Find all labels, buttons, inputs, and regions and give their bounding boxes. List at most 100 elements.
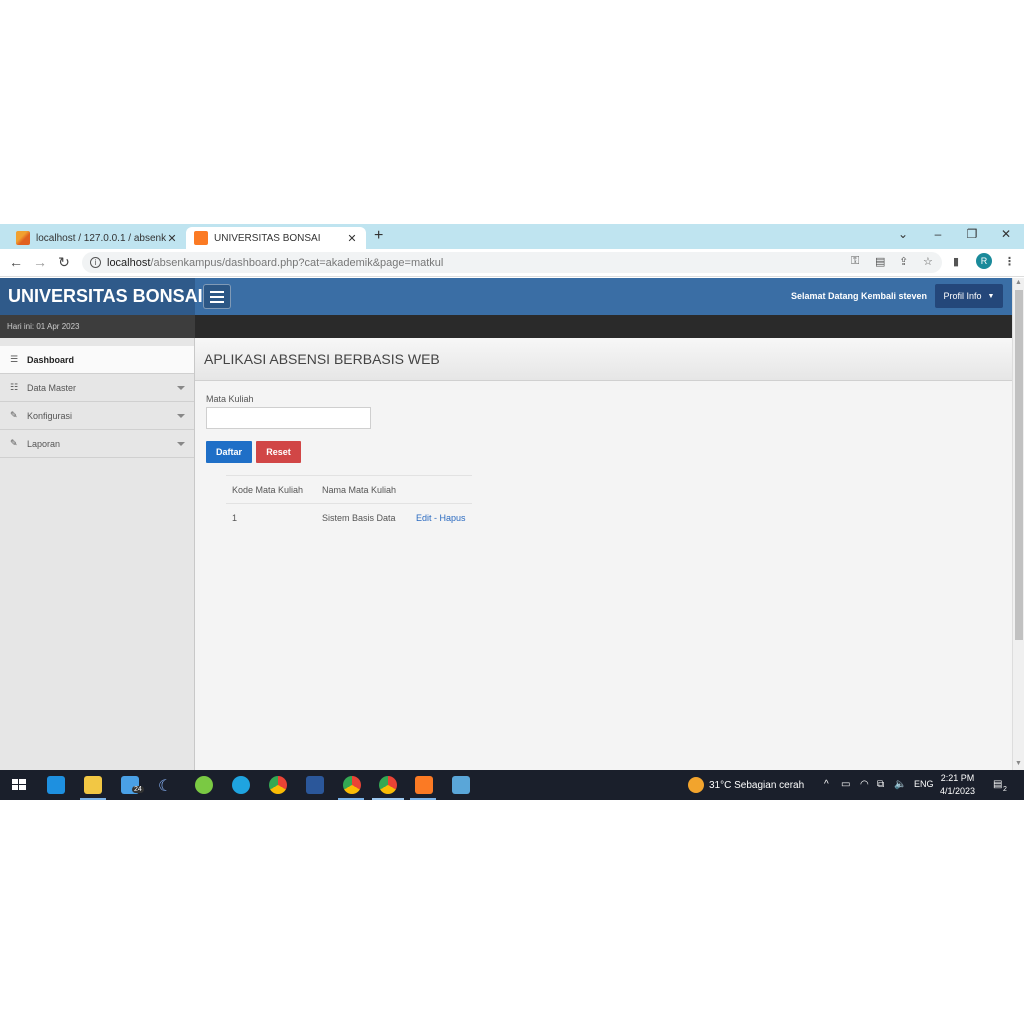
sidebar-toggle-button[interactable] bbox=[203, 284, 231, 309]
weather-widget[interactable]: 31°C Sebagian cerah bbox=[688, 777, 804, 793]
tab-universitas-bonsai[interactable]: UNIVERSITAS BONSAI ✕ bbox=[186, 227, 366, 249]
chevron-up-icon[interactable]: ^ bbox=[824, 779, 829, 790]
reload-icon[interactable]: ↻ bbox=[55, 254, 73, 271]
mata-kuliah-input[interactable] bbox=[206, 407, 371, 429]
scroll-down-icon[interactable]: ▼ bbox=[1015, 760, 1022, 767]
url-host: localhost bbox=[107, 256, 151, 269]
mata-kuliah-table: Kode Mata Kuliah Nama Mata Kuliah 1 Sist… bbox=[226, 475, 472, 532]
main-content: APLIKASI ABSENSI BERBASIS WEB Mata Kulia… bbox=[195, 338, 1012, 770]
profile-info-button[interactable]: Profil Info ▼ bbox=[935, 284, 1003, 308]
table-header-row: Kode Mata Kuliah Nama Mata Kuliah bbox=[226, 475, 472, 504]
sidebar: ☰ Dashboard ☷ Data Master ✎ Konfigurasi … bbox=[0, 338, 195, 770]
table-row: 1 Sistem Basis Data Edit - Hapus bbox=[226, 504, 472, 532]
close-window-icon[interactable]: ✕ bbox=[999, 227, 1013, 241]
xampp-icon[interactable] bbox=[415, 776, 433, 794]
reset-button[interactable]: Reset bbox=[256, 441, 301, 463]
pencil-icon: ✎ bbox=[10, 438, 18, 448]
active-app-indicator bbox=[338, 798, 364, 800]
notepad-icon[interactable] bbox=[452, 776, 470, 794]
notification-icon[interactable]: ▤ bbox=[993, 779, 1002, 790]
caret-down-icon bbox=[177, 386, 185, 390]
url-path: /absenkampus/dashboard.php?cat=akademik&… bbox=[150, 256, 444, 269]
active-app-indicator bbox=[410, 798, 436, 800]
profile-info-label: Profil Info bbox=[943, 291, 982, 301]
browser-tab-strip: localhost / 127.0.0.1 / absenkamp ✕ UNIV… bbox=[0, 224, 1024, 249]
screen: localhost / 127.0.0.1 / absenkamp ✕ UNIV… bbox=[0, 224, 1024, 800]
site-info-icon[interactable]: i bbox=[90, 257, 101, 268]
scroll-up-icon[interactable]: ▲ bbox=[1015, 279, 1022, 286]
page-title: APLIKASI ABSENSI BERBASIS WEB bbox=[195, 338, 1012, 381]
tab-phpmyadmin[interactable]: localhost / 127.0.0.1 / absenkamp ✕ bbox=[8, 227, 186, 249]
bookmark-star-icon[interactable]: ☆ bbox=[923, 255, 933, 268]
hamburger-icon bbox=[210, 290, 224, 293]
volume-icon[interactable]: 🔈 bbox=[894, 779, 906, 790]
tab-title: UNIVERSITAS BONSAI bbox=[214, 232, 321, 244]
xampp-icon bbox=[194, 231, 208, 245]
clock-date: 4/1/2023 bbox=[940, 786, 976, 796]
sidebar-item-data-master[interactable]: ☷ Data Master bbox=[0, 374, 194, 402]
wifi-icon[interactable]: ◠ bbox=[860, 779, 869, 790]
windows-taskbar: 24 ☾ 31°C Sebagian cerah ^ ▭ ◠ ⧉ 🔈 ENG 2… bbox=[0, 770, 1024, 800]
weather-text: 31°C Sebagian cerah bbox=[709, 779, 805, 791]
active-app-indicator bbox=[372, 798, 404, 800]
minimize-icon[interactable]: – bbox=[931, 227, 945, 241]
translate-icon[interactable]: ▤ bbox=[875, 255, 885, 268]
restore-icon[interactable]: ❐ bbox=[965, 227, 979, 241]
chrome-icon[interactable] bbox=[269, 776, 287, 794]
new-tab-icon[interactable]: + bbox=[374, 227, 383, 245]
mata-kuliah-label: Mata Kuliah bbox=[206, 394, 254, 404]
system-clock[interactable]: 2:21 PM 4/1/2023 bbox=[940, 772, 975, 798]
scrollbar-thumb[interactable] bbox=[1015, 290, 1023, 640]
media-player-icon[interactable] bbox=[47, 776, 65, 794]
share-icon[interactable]: ⇪ bbox=[899, 255, 908, 268]
tab-title: localhost / 127.0.0.1 / absenkamp bbox=[36, 232, 166, 244]
chrome-profile-icon[interactable] bbox=[343, 776, 361, 794]
daftar-button[interactable]: Daftar bbox=[206, 441, 252, 463]
address-bar: ← → ↻ i localhost/absenkampus/dashboard.… bbox=[0, 249, 1024, 277]
partly-cloudy-icon bbox=[688, 777, 704, 793]
tab-search-chevron-icon[interactable]: ⌄ bbox=[896, 227, 910, 241]
display-icon[interactable]: ⧉ bbox=[877, 779, 884, 790]
hamburger-line bbox=[210, 295, 224, 298]
close-tab-icon[interactable]: ✕ bbox=[346, 232, 358, 245]
sidebar-item-label: Konfigurasi bbox=[27, 410, 73, 421]
edge-icon[interactable] bbox=[232, 776, 250, 794]
today-date: Hari ini: 01 Apr 2023 bbox=[0, 315, 195, 338]
sidebar-item-laporan[interactable]: ✎ Laporan bbox=[0, 430, 194, 458]
key-icon[interactable]: ⚿ bbox=[851, 255, 859, 268]
clock-time: 2:21 PM bbox=[940, 773, 975, 783]
pencil-icon: ✎ bbox=[10, 410, 18, 420]
language-indicator[interactable]: ENG bbox=[914, 779, 934, 789]
chrome-active-icon[interactable] bbox=[379, 776, 397, 794]
edit-hapus-link[interactable]: Edit - Hapus bbox=[410, 504, 472, 532]
caret-down-icon bbox=[177, 414, 185, 418]
app-green-icon[interactable] bbox=[195, 776, 213, 794]
column-header-nama: Nama Mata Kuliah bbox=[316, 475, 410, 504]
sidebar-item-konfigurasi[interactable]: ✎ Konfigurasi bbox=[0, 402, 194, 430]
moon-icon[interactable]: ☾ bbox=[158, 776, 176, 795]
word-icon[interactable] bbox=[306, 776, 324, 794]
notification-count: 2 bbox=[1003, 786, 1007, 793]
caret-down-icon: ▼ bbox=[987, 292, 995, 300]
profile-avatar[interactable]: R bbox=[976, 253, 992, 269]
sidebar-item-label: Data Master bbox=[27, 382, 77, 393]
url-input[interactable]: i localhost/absenkampus/dashboard.php?ca… bbox=[82, 252, 942, 273]
back-icon[interactable]: ← bbox=[7, 254, 25, 270]
file-explorer-icon[interactable] bbox=[84, 776, 102, 794]
forward-icon[interactable]: → bbox=[31, 254, 49, 270]
cell-kode: 1 bbox=[232, 512, 238, 523]
battery-icon[interactable]: ▭ bbox=[841, 779, 850, 790]
hamburger-line bbox=[210, 300, 224, 303]
close-tab-icon[interactable]: ✕ bbox=[166, 232, 178, 245]
cell-nama: Sistem Basis Data bbox=[322, 512, 396, 523]
sidebar-item-dashboard[interactable]: ☰ Dashboard bbox=[0, 346, 194, 374]
welcome-text: Selamat Datang Kembali steven bbox=[790, 291, 927, 301]
sidebar-item-label: Dashboard bbox=[27, 354, 75, 365]
side-panel-icon[interactable]: ▮ bbox=[953, 255, 959, 268]
windows-start-icon[interactable] bbox=[10, 776, 28, 794]
brand-logo-text[interactable]: UNIVERSITAS BONSAI bbox=[0, 278, 203, 315]
kebab-menu-icon[interactable]: ⋮ bbox=[1004, 255, 1015, 268]
active-app-indicator bbox=[80, 798, 106, 800]
page-scrollbar[interactable]: ▲ ▼ bbox=[1012, 278, 1024, 770]
column-header-action bbox=[410, 475, 472, 504]
